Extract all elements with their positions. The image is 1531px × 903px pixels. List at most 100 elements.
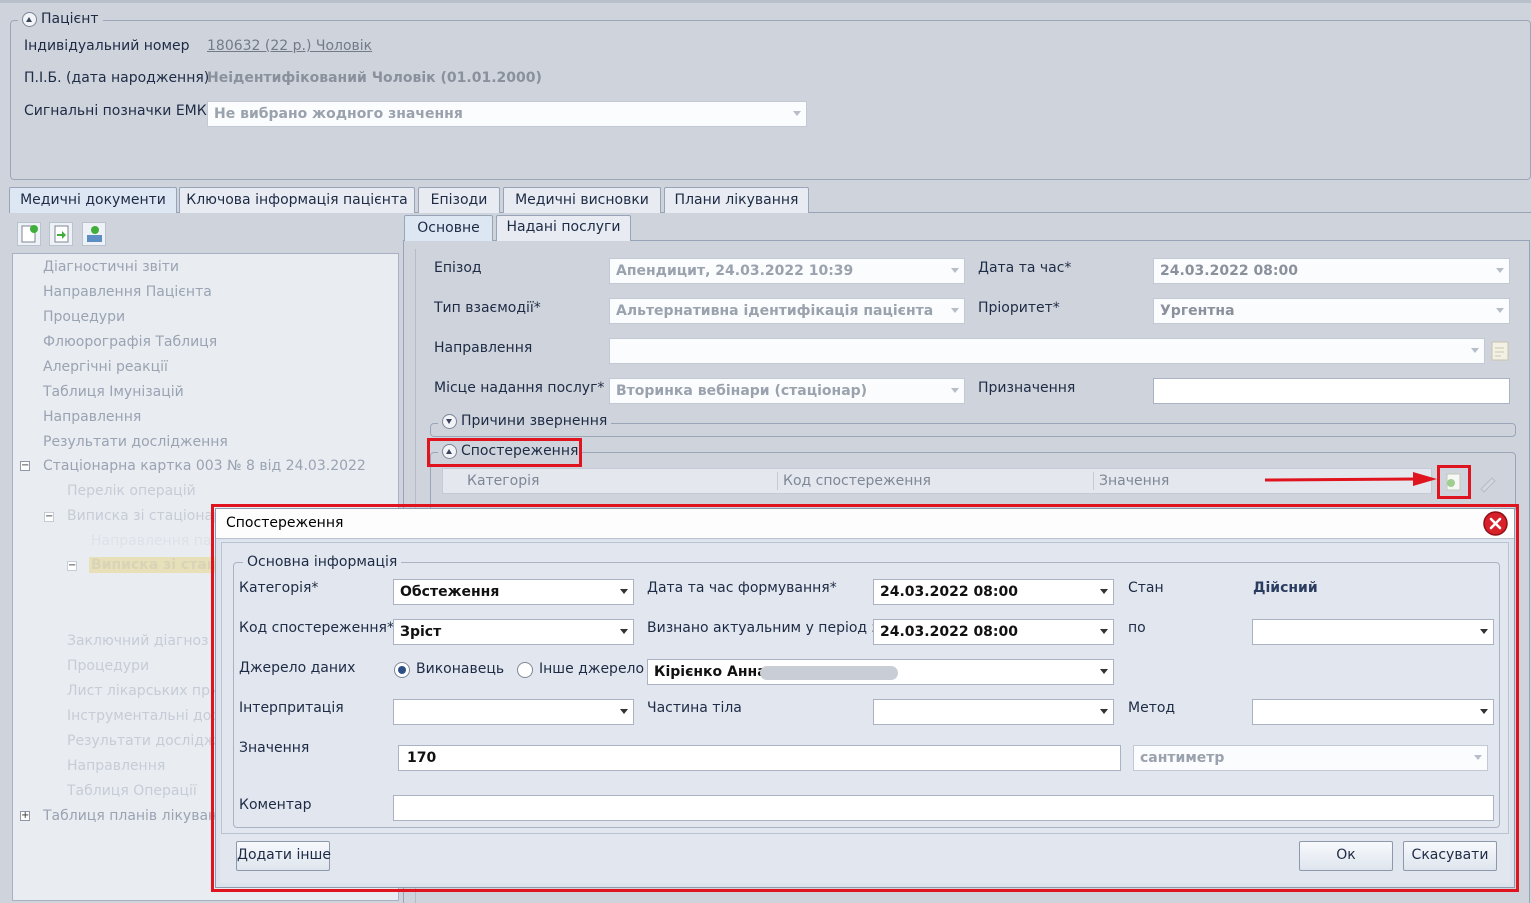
dropdown-arrow-icon[interactable] [620, 629, 628, 634]
reasons-group-header[interactable]: Причини звернення [438, 413, 612, 429]
priority-value: Ургентна [1160, 303, 1235, 319]
tree-item-treatment-plans[interactable]: Таблиця планів лікуванн [43, 808, 226, 824]
comment-input[interactable] [393, 795, 1494, 821]
tab-main[interactable]: Основне [404, 215, 493, 241]
service-place-select[interactable]: Вторинка вебінари (стаціонар) [609, 378, 965, 404]
tab-treatment-plans[interactable]: Плани лікування [664, 187, 809, 213]
grid-col-code[interactable]: Код спостереження [783, 473, 931, 489]
individual-number-label: Індивідуальний номер [24, 38, 190, 54]
tree-item-referral[interactable]: Направлення [43, 409, 141, 425]
category-select[interactable]: Обстеження [393, 579, 634, 605]
tree-item-instrumental[interactable]: Інструментальні досл [67, 708, 228, 724]
signal-marks-label: Сигнальні позначки ЕМК [24, 103, 207, 119]
tab-conclusions[interactable]: Медичні висновки [503, 187, 661, 213]
dropdown-arrow-icon[interactable] [793, 111, 801, 116]
individual-number-link[interactable]: 180632 (22 р.) Чоловік [207, 38, 372, 54]
grid-col-category[interactable]: Категорія [467, 473, 539, 489]
tree-item-allergies[interactable]: Алергічні реакції [43, 359, 168, 375]
priority-select[interactable]: Ургентна [1153, 298, 1510, 324]
ok-button[interactable]: Ок [1299, 841, 1393, 871]
dropdown-arrow-icon[interactable] [620, 709, 628, 714]
tree-item-fluorography[interactable]: Флюорографія Таблиця [43, 334, 217, 350]
close-svg [1483, 511, 1508, 536]
save-document-icon[interactable] [82, 222, 106, 246]
grid-col-value[interactable]: Значення [1099, 473, 1169, 489]
cancel-button[interactable]: Скасувати [1403, 841, 1497, 871]
interpretation-select[interactable] [393, 699, 634, 725]
collapse-tree-icon[interactable]: − [20, 461, 30, 471]
dropdown-arrow-icon[interactable] [951, 388, 959, 393]
close-icon[interactable] [1482, 510, 1509, 537]
referral-select[interactable] [609, 338, 1485, 364]
tree-item-procedures[interactable]: Процедури [43, 309, 125, 325]
actual-from-select[interactable]: 24.03.2022 08:00 [873, 619, 1114, 645]
dropdown-arrow-icon[interactable] [1100, 629, 1108, 634]
collapse-tree-icon[interactable]: − [44, 512, 54, 522]
body-part-select[interactable] [873, 699, 1114, 725]
collapse-tree-icon[interactable]: − [67, 561, 77, 571]
tab-services[interactable]: Надані послуги [496, 215, 631, 241]
patient-group-header[interactable]: Пацієнт [18, 11, 103, 27]
tree-item-operations[interactable]: Перелік операцій [67, 483, 196, 499]
dropdown-arrow-icon[interactable] [1496, 268, 1504, 273]
tree-item-discharge[interactable]: Виписка зі стаціонар [67, 508, 222, 524]
dropdown-arrow-icon[interactable] [1100, 669, 1108, 674]
add-document-icon[interactable] [17, 222, 41, 246]
tab-episodes[interactable]: Епізоди [418, 187, 500, 213]
method-label: Метод [1128, 700, 1176, 716]
tree-item-diagnostic-reports[interactable]: Діагностичні звіти [43, 259, 179, 275]
radio-other-source[interactable] [517, 662, 533, 678]
episode-select[interactable]: Апендицит, 24.03.2022 10:39 [609, 258, 965, 284]
dropdown-arrow-icon[interactable] [951, 268, 959, 273]
dropdown-arrow-icon[interactable] [1480, 629, 1488, 634]
tree-item-prescriptions[interactable]: Лист лікарських приз [67, 683, 227, 699]
radio-performer-label[interactable]: Виконавець [416, 661, 504, 677]
tree-item-referral-sub[interactable]: Направлення па [91, 533, 211, 549]
radio-other-source-label[interactable]: Інше джерело [539, 661, 644, 677]
tree-item-results[interactable]: Результати дослідження [43, 434, 228, 450]
dropdown-arrow-icon[interactable] [1100, 709, 1108, 714]
interaction-type-select[interactable]: Альтернативна ідентифікація пацієнта [609, 298, 965, 324]
expand-icon[interactable] [442, 413, 457, 429]
datetime-select[interactable]: 24.03.2022 08:00 [1153, 258, 1510, 284]
tab-medical-documents[interactable]: Медичні документи [9, 187, 177, 213]
pointer-arrow [1264, 472, 1440, 492]
signal-marks-select[interactable]: Не вибрано жодного значення [207, 101, 807, 127]
tree-item-discharge-selected[interactable]: Виписка зі стаці [89, 557, 224, 573]
copy-document-icon[interactable] [49, 222, 73, 246]
dropdown-arrow-icon[interactable] [1480, 709, 1488, 714]
value-input[interactable]: 170 [398, 745, 1121, 771]
expand-tree-icon[interactable]: + [20, 811, 30, 821]
tree-item-immunization[interactable]: Таблиця Імунізацій [43, 384, 184, 400]
method-select[interactable] [1252, 699, 1494, 725]
tree-item-patient-referral[interactable]: Направлення Пацієнта [43, 284, 212, 300]
formed-datetime-select[interactable]: 24.03.2022 08:00 [873, 579, 1114, 605]
interpretation-label: Інтерпритація [239, 700, 344, 716]
purpose-input[interactable] [1153, 378, 1510, 404]
collapse-icon[interactable] [22, 11, 37, 27]
edit-observation-icon[interactable] [1476, 470, 1500, 494]
dropdown-arrow-icon[interactable] [951, 308, 959, 313]
performer-select[interactable]: Кірієнко Анна [647, 659, 1114, 685]
add-other-button[interactable]: Додати інше [236, 841, 331, 871]
tree-item-inpatient-card[interactable]: Стаціонарна картка 003 № 8 від 24.03.202… [43, 458, 366, 474]
tree-item-referral-b[interactable]: Направлення [67, 758, 165, 774]
tab-key-info[interactable]: Ключова інформація пацієнта [179, 187, 415, 213]
actual-to-select[interactable] [1252, 619, 1494, 645]
blurred-name [760, 666, 898, 680]
dropdown-arrow-icon[interactable] [1496, 308, 1504, 313]
dropdown-arrow-icon[interactable] [620, 589, 628, 594]
edit-note-icon[interactable] [1490, 339, 1512, 363]
dropdown-arrow-icon[interactable] [1474, 755, 1482, 760]
unit-select[interactable]: сантиметр [1133, 745, 1488, 771]
dropdown-arrow-icon[interactable] [1100, 589, 1108, 594]
observation-code-select[interactable]: Зріст [393, 619, 634, 645]
radio-performer[interactable] [394, 662, 410, 678]
tree-item-final-diagnosis[interactable]: Заключний діагноз [67, 633, 208, 649]
tree-item-procedures-sub[interactable]: Процедури [67, 658, 149, 674]
tree-item-research-results[interactable]: Результати дослідже [67, 733, 225, 749]
tree-item-operations-table[interactable]: Таблиця Операції [67, 783, 197, 799]
episode-label: Епізод [434, 260, 482, 276]
dropdown-arrow-icon[interactable] [1471, 348, 1479, 353]
save-document-svg [87, 226, 102, 242]
